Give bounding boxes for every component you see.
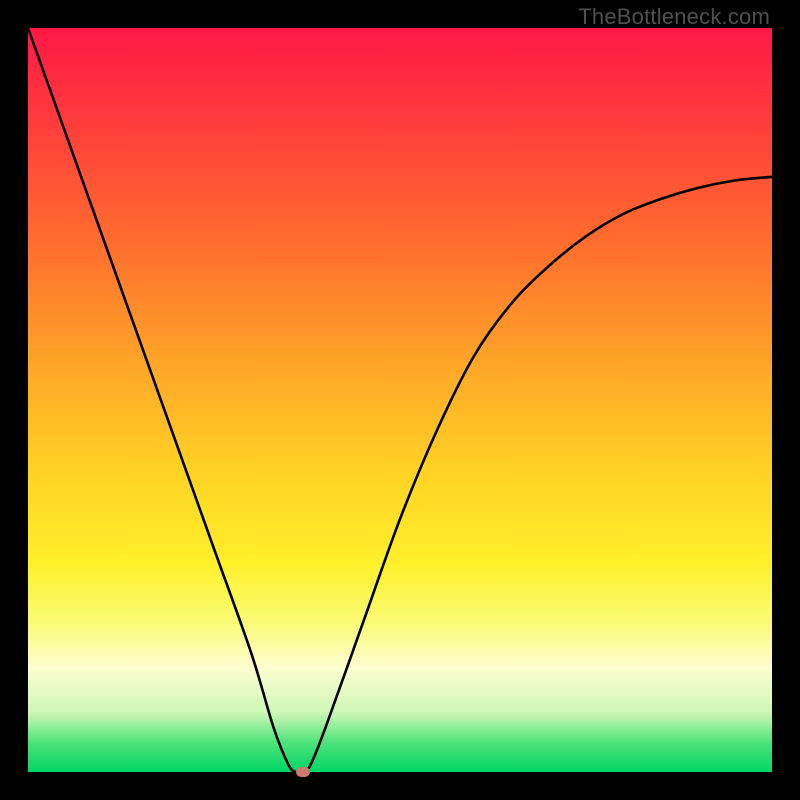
chart-frame: TheBottleneck.com [0, 0, 800, 800]
curve-minimum-marker [296, 767, 310, 777]
plot-area [28, 28, 772, 772]
bottleneck-curve [28, 28, 772, 772]
watermark-text: TheBottleneck.com [578, 4, 770, 30]
